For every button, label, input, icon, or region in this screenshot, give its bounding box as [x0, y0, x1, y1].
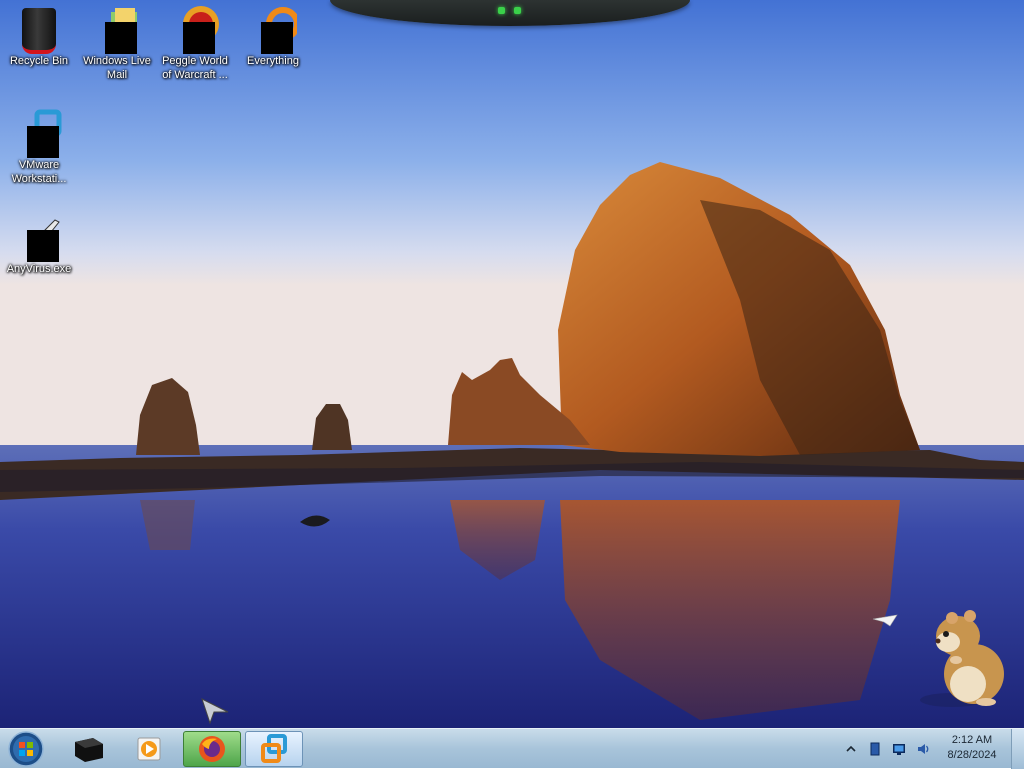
hamster-desktop-pet-icon[interactable] [916, 604, 1012, 708]
desktop-icon-label: AnyVirus.exe [6, 263, 72, 275]
desktop-icon-everything[interactable]: Everything [235, 4, 311, 68]
desktop[interactable]: Recycle Bin Windows Live Mail Peggle Wor… [0, 0, 1024, 728]
desktop-icon-label: Windows Live Mail [83, 55, 151, 81]
show-hidden-chevron-icon[interactable] [844, 742, 858, 756]
desktop-icon-peggle-world-of-warcraft[interactable]: Peggle World of Warcraft ... [157, 4, 233, 82]
start-button[interactable] [4, 729, 48, 769]
clock[interactable]: 2:12 AM 8/28/2024 [932, 733, 1012, 763]
taskbar-button-media-player[interactable] [120, 731, 178, 767]
recycle-bin-icon [22, 8, 56, 54]
indicator-light-icon [498, 7, 505, 14]
desktop-icon-windows-live-mail[interactable]: Windows Live Mail [79, 4, 155, 82]
taskbar-button-dark-cube[interactable] [60, 731, 118, 767]
desktop-icon-vmware-workstation[interactable]: VMware Workstati... [1, 108, 77, 186]
desktop-icon-recycle-bin[interactable]: Recycle Bin [1, 4, 77, 68]
media-player-icon [137, 737, 161, 761]
device-icon[interactable] [868, 742, 882, 756]
indicator-light-icon [514, 7, 521, 14]
dark-cube-icon [75, 738, 103, 762]
taskbar: 2:12 AM 8/28/2024 [0, 728, 1024, 769]
desktop-icon-label: Everything [247, 55, 299, 67]
desktop-icon-label: Peggle World of Warcraft ... [162, 55, 228, 81]
volume-icon[interactable] [916, 742, 930, 756]
taskbar-button-vmware[interactable] [245, 731, 303, 767]
vmware-icon [261, 734, 287, 763]
taskbar-button-firefox[interactable] [183, 731, 241, 767]
desktop-icon-label: Recycle Bin [9, 55, 69, 67]
paper-plane-icon [872, 614, 898, 627]
show-desktop-button[interactable] [1011, 729, 1024, 769]
desktop-icon-anyvirus[interactable]: AnyVirus.exe [1, 212, 77, 276]
paper-plane-cursor-icon [201, 698, 229, 724]
firefox-icon [199, 736, 225, 762]
network-icon[interactable] [892, 742, 906, 756]
clock-time: 2:12 AM [951, 734, 993, 746]
wallpaper-haystack-rock [0, 0, 1024, 728]
desktop-icon-label: VMware Workstati... [11, 159, 67, 185]
clock-date: 8/28/2024 [947, 749, 997, 761]
